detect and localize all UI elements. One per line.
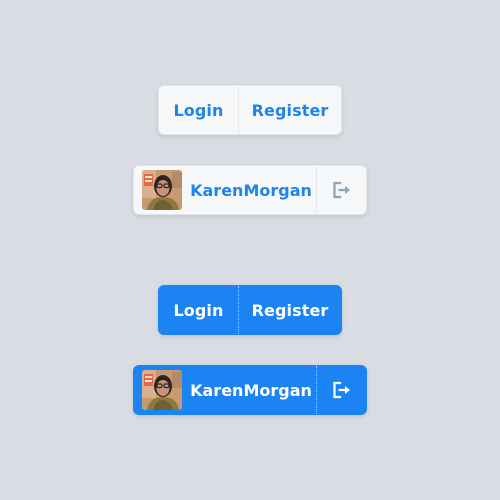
light-auth-button-group: Login Register (158, 85, 342, 135)
register-button[interactable]: Register (239, 286, 341, 334)
login-button[interactable]: Login (159, 286, 238, 334)
blue-user-button-group: KarenMorgan (133, 365, 367, 415)
avatar[interactable] (142, 170, 182, 210)
sign-out-icon (332, 381, 350, 399)
avatar-container (134, 366, 182, 414)
register-button[interactable]: Register (239, 86, 341, 134)
username-button[interactable]: KarenMorgan (182, 166, 316, 214)
light-user-button-group: KarenMorgan (133, 165, 367, 215)
username-button[interactable]: KarenMorgan (182, 366, 316, 414)
avatar[interactable] (142, 370, 182, 410)
avatar-container (134, 166, 182, 214)
sign-out-icon (332, 181, 350, 199)
login-button[interactable]: Login (159, 86, 238, 134)
blue-auth-button-group: Login Register (158, 285, 342, 335)
logout-button[interactable] (317, 166, 366, 214)
logout-button[interactable] (317, 366, 366, 414)
